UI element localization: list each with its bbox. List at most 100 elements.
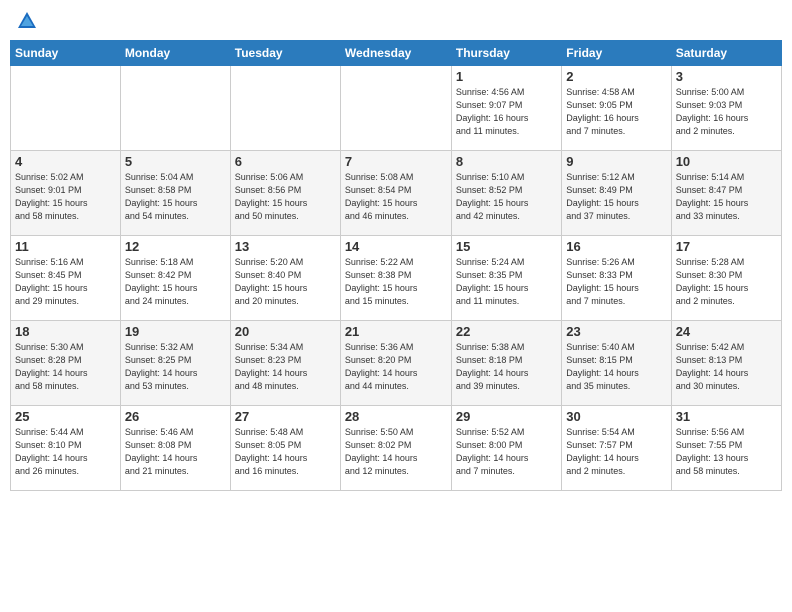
day-info: Sunrise: 5:36 AM Sunset: 8:20 PM Dayligh…: [345, 341, 447, 393]
calendar-day-cell: 6 Sunrise: 5:06 AM Sunset: 8:56 PM Daylig…: [230, 151, 340, 236]
day-number: 13: [235, 239, 336, 254]
day-info: Sunrise: 5:32 AM Sunset: 8:25 PM Dayligh…: [125, 341, 226, 393]
day-number: 31: [676, 409, 777, 424]
calendar-header-monday: Monday: [120, 41, 230, 66]
day-number: 24: [676, 324, 777, 339]
day-info: Sunrise: 5:00 AM Sunset: 9:03 PM Dayligh…: [676, 86, 777, 138]
calendar-week-row: 11 Sunrise: 5:16 AM Sunset: 8:45 PM Dayli…: [11, 236, 782, 321]
calendar-week-row: 18 Sunrise: 5:30 AM Sunset: 8:28 PM Dayli…: [11, 321, 782, 406]
calendar-day-cell: 26 Sunrise: 5:46 AM Sunset: 8:08 PM Dayli…: [120, 406, 230, 491]
calendar-day-cell: 15 Sunrise: 5:24 AM Sunset: 8:35 PM Dayli…: [451, 236, 561, 321]
day-number: 20: [235, 324, 336, 339]
calendar-header-saturday: Saturday: [671, 41, 781, 66]
day-info: Sunrise: 5:18 AM Sunset: 8:42 PM Dayligh…: [125, 256, 226, 308]
calendar-day-cell: 21 Sunrise: 5:36 AM Sunset: 8:20 PM Dayli…: [340, 321, 451, 406]
day-info: Sunrise: 5:24 AM Sunset: 8:35 PM Dayligh…: [456, 256, 557, 308]
calendar-day-cell: 20 Sunrise: 5:34 AM Sunset: 8:23 PM Dayli…: [230, 321, 340, 406]
day-info: Sunrise: 5:34 AM Sunset: 8:23 PM Dayligh…: [235, 341, 336, 393]
day-number: 6: [235, 154, 336, 169]
day-number: 16: [566, 239, 666, 254]
day-info: Sunrise: 5:44 AM Sunset: 8:10 PM Dayligh…: [15, 426, 116, 478]
calendar-day-cell: 7 Sunrise: 5:08 AM Sunset: 8:54 PM Daylig…: [340, 151, 451, 236]
day-number: 12: [125, 239, 226, 254]
day-info: Sunrise: 5:02 AM Sunset: 9:01 PM Dayligh…: [15, 171, 116, 223]
calendar-day-cell: 31 Sunrise: 5:56 AM Sunset: 7:55 PM Dayli…: [671, 406, 781, 491]
calendar-day-cell: 19 Sunrise: 5:32 AM Sunset: 8:25 PM Dayli…: [120, 321, 230, 406]
day-number: 18: [15, 324, 116, 339]
day-number: 29: [456, 409, 557, 424]
calendar-day-cell: 18 Sunrise: 5:30 AM Sunset: 8:28 PM Dayli…: [11, 321, 121, 406]
page-header: [10, 10, 782, 32]
calendar-day-cell: 30 Sunrise: 5:54 AM Sunset: 7:57 PM Dayli…: [562, 406, 671, 491]
calendar-day-cell: [120, 66, 230, 151]
calendar-header-row: SundayMondayTuesdayWednesdayThursdayFrid…: [11, 41, 782, 66]
day-info: Sunrise: 5:08 AM Sunset: 8:54 PM Dayligh…: [345, 171, 447, 223]
calendar-header-sunday: Sunday: [11, 41, 121, 66]
calendar-table: SundayMondayTuesdayWednesdayThursdayFrid…: [10, 40, 782, 491]
calendar-day-cell: 4 Sunrise: 5:02 AM Sunset: 9:01 PM Daylig…: [11, 151, 121, 236]
day-number: 11: [15, 239, 116, 254]
calendar-day-cell: 24Sunrise: 5:42 AM Sunset: 8:13 PM Dayli…: [671, 321, 781, 406]
day-number: 21: [345, 324, 447, 339]
day-number: 5: [125, 154, 226, 169]
calendar-header-wednesday: Wednesday: [340, 41, 451, 66]
calendar-day-cell: 5 Sunrise: 5:04 AM Sunset: 8:58 PM Daylig…: [120, 151, 230, 236]
day-info: Sunrise: 5:30 AM Sunset: 8:28 PM Dayligh…: [15, 341, 116, 393]
calendar-day-cell: 12 Sunrise: 5:18 AM Sunset: 8:42 PM Dayli…: [120, 236, 230, 321]
calendar-day-cell: 28Sunrise: 5:50 AM Sunset: 8:02 PM Dayli…: [340, 406, 451, 491]
day-number: 1: [456, 69, 557, 84]
day-number: 22: [456, 324, 557, 339]
calendar-week-row: 25 Sunrise: 5:44 AM Sunset: 8:10 PM Dayli…: [11, 406, 782, 491]
calendar-day-cell: 16Sunrise: 5:26 AM Sunset: 8:33 PM Dayli…: [562, 236, 671, 321]
day-info: Sunrise: 4:56 AM Sunset: 9:07 PM Dayligh…: [456, 86, 557, 138]
day-number: 26: [125, 409, 226, 424]
calendar-day-cell: 22 Sunrise: 5:38 AM Sunset: 8:18 PM Dayli…: [451, 321, 561, 406]
day-info: Sunrise: 5:06 AM Sunset: 8:56 PM Dayligh…: [235, 171, 336, 223]
calendar-day-cell: 2 Sunrise: 4:58 AM Sunset: 9:05 PM Daylig…: [562, 66, 671, 151]
calendar-day-cell: 3Sunrise: 5:00 AM Sunset: 9:03 PM Daylig…: [671, 66, 781, 151]
logo: [14, 10, 38, 32]
day-number: 9: [566, 154, 666, 169]
calendar-day-cell: 13 Sunrise: 5:20 AM Sunset: 8:40 PM Dayli…: [230, 236, 340, 321]
day-info: Sunrise: 5:50 AM Sunset: 8:02 PM Dayligh…: [345, 426, 447, 478]
calendar-day-cell: 9 Sunrise: 5:12 AM Sunset: 8:49 PM Daylig…: [562, 151, 671, 236]
logo-icon: [16, 10, 38, 32]
day-info: Sunrise: 5:38 AM Sunset: 8:18 PM Dayligh…: [456, 341, 557, 393]
day-info: Sunrise: 5:12 AM Sunset: 8:49 PM Dayligh…: [566, 171, 666, 223]
calendar-day-cell: [340, 66, 451, 151]
day-info: Sunrise: 5:22 AM Sunset: 8:38 PM Dayligh…: [345, 256, 447, 308]
day-info: Sunrise: 5:54 AM Sunset: 7:57 PM Dayligh…: [566, 426, 666, 478]
day-number: 23: [566, 324, 666, 339]
calendar-day-cell: 8Sunrise: 5:10 AM Sunset: 8:52 PM Daylig…: [451, 151, 561, 236]
calendar-day-cell: 14Sunrise: 5:22 AM Sunset: 8:38 PM Dayli…: [340, 236, 451, 321]
day-number: 25: [15, 409, 116, 424]
day-number: 30: [566, 409, 666, 424]
day-info: Sunrise: 5:20 AM Sunset: 8:40 PM Dayligh…: [235, 256, 336, 308]
day-number: 7: [345, 154, 447, 169]
calendar-day-cell: 11 Sunrise: 5:16 AM Sunset: 8:45 PM Dayli…: [11, 236, 121, 321]
day-number: 19: [125, 324, 226, 339]
calendar-header-friday: Friday: [562, 41, 671, 66]
calendar-day-cell: 23 Sunrise: 5:40 AM Sunset: 8:15 PM Dayli…: [562, 321, 671, 406]
day-info: Sunrise: 5:14 AM Sunset: 8:47 PM Dayligh…: [676, 171, 777, 223]
day-info: Sunrise: 5:46 AM Sunset: 8:08 PM Dayligh…: [125, 426, 226, 478]
day-info: Sunrise: 5:28 AM Sunset: 8:30 PM Dayligh…: [676, 256, 777, 308]
day-info: Sunrise: 5:04 AM Sunset: 8:58 PM Dayligh…: [125, 171, 226, 223]
day-info: Sunrise: 5:10 AM Sunset: 8:52 PM Dayligh…: [456, 171, 557, 223]
day-info: Sunrise: 5:56 AM Sunset: 7:55 PM Dayligh…: [676, 426, 777, 478]
day-info: Sunrise: 5:48 AM Sunset: 8:05 PM Dayligh…: [235, 426, 336, 478]
calendar-day-cell: 27Sunrise: 5:48 AM Sunset: 8:05 PM Dayli…: [230, 406, 340, 491]
day-number: 4: [15, 154, 116, 169]
day-number: 15: [456, 239, 557, 254]
day-info: Sunrise: 5:40 AM Sunset: 8:15 PM Dayligh…: [566, 341, 666, 393]
day-number: 17: [676, 239, 777, 254]
calendar-header-thursday: Thursday: [451, 41, 561, 66]
calendar-day-cell: [230, 66, 340, 151]
calendar-header-tuesday: Tuesday: [230, 41, 340, 66]
day-info: Sunrise: 5:16 AM Sunset: 8:45 PM Dayligh…: [15, 256, 116, 308]
calendar-day-cell: 25 Sunrise: 5:44 AM Sunset: 8:10 PM Dayli…: [11, 406, 121, 491]
day-number: 2: [566, 69, 666, 84]
calendar-day-cell: 1 Sunrise: 4:56 AM Sunset: 9:07 PM Daylig…: [451, 66, 561, 151]
day-info: Sunrise: 4:58 AM Sunset: 9:05 PM Dayligh…: [566, 86, 666, 138]
calendar-day-cell: [11, 66, 121, 151]
